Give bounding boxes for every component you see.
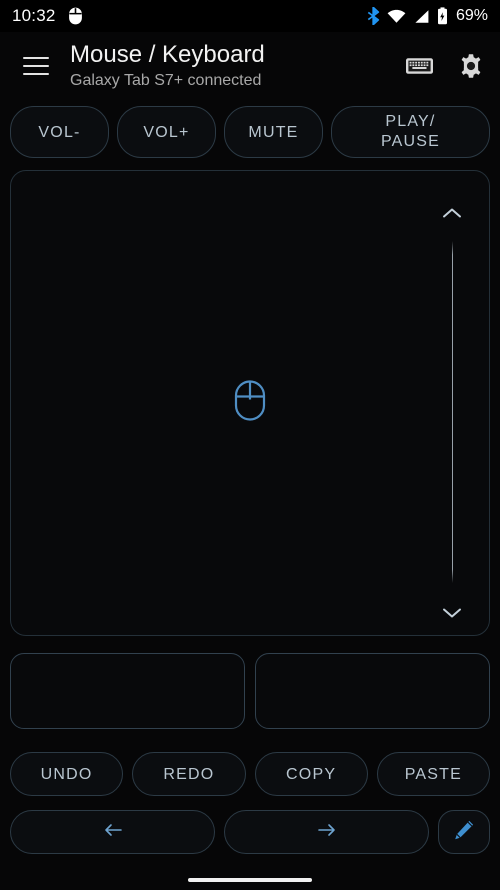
arrow-left-icon	[103, 822, 123, 843]
play-pause-label-line2: PAUSE	[380, 133, 441, 150]
home-gesture-bar[interactable]	[188, 878, 312, 882]
left-click-pad[interactable]	[10, 653, 245, 729]
page-title: Mouse / Keyboard	[70, 41, 265, 68]
paste-button[interactable]: PASTE	[376, 752, 490, 796]
cellular-signal-icon	[413, 9, 430, 24]
mouse-icon	[68, 7, 83, 25]
navigation-actions-row	[10, 810, 490, 854]
status-bar-system-icons: 69%	[367, 7, 488, 25]
mouse-icon	[234, 380, 266, 427]
back-button[interactable]	[10, 810, 215, 854]
undo-button[interactable]: UNDO	[10, 752, 124, 796]
gear-icon[interactable]	[456, 51, 486, 81]
forward-button[interactable]	[224, 810, 429, 854]
pencil-icon	[452, 818, 476, 847]
hamburger-line	[23, 65, 49, 67]
vertical-scroll-strip[interactable]	[437, 205, 467, 621]
bluetooth-icon	[367, 7, 380, 25]
edit-actions-row: UNDO REDO COPY PASTE	[10, 752, 490, 796]
status-bar-clock: 10:32	[12, 6, 56, 25]
media-controls-row: VOL- VOL+ MUTE PLAY/ PAUSE	[10, 106, 490, 158]
chevron-down-icon[interactable]	[440, 605, 464, 621]
redo-button[interactable]: REDO	[132, 752, 246, 796]
mute-button[interactable]: MUTE	[224, 106, 323, 158]
chevron-up-icon[interactable]	[440, 205, 464, 221]
arrow-right-icon	[317, 822, 337, 843]
battery-percentage: 69%	[455, 7, 488, 24]
app-root: 10:32 69% Mouse / Keyboard Galaxy Tab S7…	[0, 0, 500, 890]
play-pause-button[interactable]: PLAY/ PAUSE	[331, 106, 490, 158]
volume-up-button[interactable]: VOL+	[117, 106, 216, 158]
scroll-track[interactable]	[451, 241, 453, 583]
app-bar-titles: Mouse / Keyboard Galaxy Tab S7+ connecte…	[70, 41, 396, 91]
touchpad-area[interactable]	[10, 170, 490, 636]
connection-status-text: Galaxy Tab S7+ connected	[70, 72, 262, 89]
volume-down-button[interactable]: VOL-	[10, 106, 109, 158]
wifi-icon	[387, 9, 406, 24]
edit-text-button[interactable]	[438, 810, 490, 854]
status-bar-notification-icons	[68, 7, 83, 25]
mouse-button-row	[10, 653, 490, 729]
status-bar: 10:32 69%	[0, 0, 500, 32]
app-bar: Mouse / Keyboard Galaxy Tab S7+ connecte…	[0, 32, 500, 100]
keyboard-icon[interactable]	[404, 51, 434, 81]
right-click-pad[interactable]	[255, 653, 490, 729]
hamburger-menu-icon[interactable]	[14, 44, 58, 88]
play-pause-label-line1: PLAY/	[385, 113, 436, 130]
battery-icon	[437, 7, 448, 25]
copy-button[interactable]: COPY	[254, 752, 368, 796]
hamburger-line	[23, 57, 49, 59]
app-bar-actions	[404, 51, 486, 81]
hamburger-line	[23, 73, 49, 75]
